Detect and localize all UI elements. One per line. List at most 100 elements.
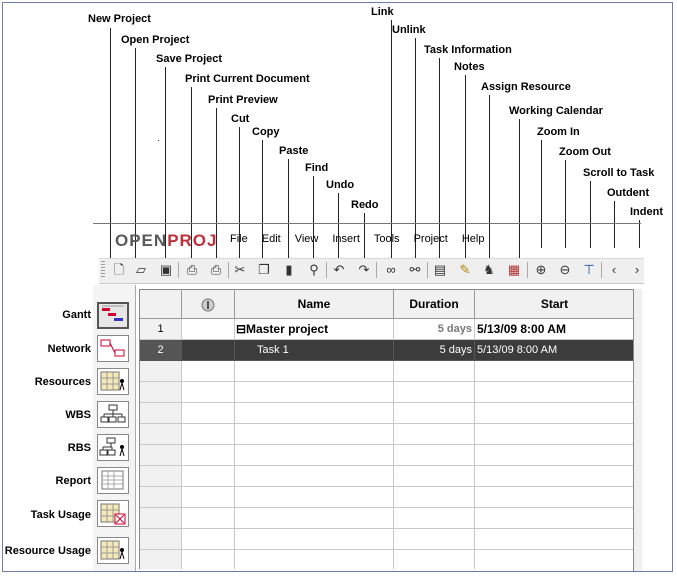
empty-cell[interactable] <box>394 424 475 445</box>
save-project-icon[interactable]: ▣ <box>157 262 175 278</box>
empty-cell[interactable] <box>475 529 634 550</box>
paste-icon[interactable]: ▮ <box>280 262 298 278</box>
empty-cell[interactable] <box>394 382 475 403</box>
empty-cell[interactable] <box>394 466 475 487</box>
row-number[interactable] <box>140 403 182 424</box>
start-cell[interactable]: 5/13/09 8:00 AM <box>475 319 634 340</box>
empty-cell[interactable] <box>394 445 475 466</box>
row-number[interactable] <box>140 424 182 445</box>
start-cell[interactable]: 5/13/09 8:00 AM <box>475 340 634 361</box>
empty-cell[interactable] <box>182 508 235 529</box>
row-number[interactable] <box>140 445 182 466</box>
notes-icon[interactable]: ✎ <box>456 262 474 278</box>
empty-cell[interactable] <box>235 382 394 403</box>
toolbar-grip[interactable] <box>101 261 105 279</box>
indent-icon[interactable]: › <box>628 262 646 278</box>
empty-cell[interactable] <box>182 382 235 403</box>
row-number[interactable] <box>140 529 182 550</box>
indicators-header[interactable] <box>182 290 235 319</box>
row-number[interactable] <box>140 466 182 487</box>
empty-cell[interactable] <box>475 382 634 403</box>
wbs-view-button[interactable] <box>97 401 129 428</box>
empty-cell[interactable] <box>475 550 634 569</box>
empty-cell[interactable] <box>235 529 394 550</box>
empty-cell[interactable] <box>182 361 235 382</box>
empty-cell[interactable] <box>475 445 634 466</box>
duration-cell[interactable]: 5 days <box>394 340 475 361</box>
menu-file[interactable]: File <box>230 233 248 245</box>
column-header-start[interactable]: Start <box>475 290 634 319</box>
print-preview-icon[interactable]: ⎙ <box>207 262 225 278</box>
empty-cell[interactable] <box>182 424 235 445</box>
row-number[interactable] <box>140 361 182 382</box>
resource-usage-view-button[interactable] <box>97 537 129 564</box>
duration-cell[interactable]: 5 days <box>394 319 475 340</box>
empty-cell[interactable] <box>394 403 475 424</box>
empty-cell[interactable] <box>475 487 634 508</box>
empty-cell[interactable] <box>394 361 475 382</box>
gantt-view-button[interactable] <box>97 302 129 329</box>
open-project-icon[interactable]: ▱ <box>132 262 150 278</box>
redo-icon[interactable]: ↷ <box>355 262 373 278</box>
print-icon[interactable]: ⎙ <box>183 262 201 278</box>
link-icon[interactable]: ∞ <box>382 262 400 278</box>
empty-cell[interactable] <box>235 550 394 569</box>
empty-cell[interactable] <box>235 508 394 529</box>
empty-cell[interactable] <box>235 424 394 445</box>
empty-cell[interactable] <box>182 403 235 424</box>
menu-view[interactable]: View <box>295 233 319 245</box>
empty-cell[interactable] <box>475 508 634 529</box>
empty-cell[interactable] <box>235 403 394 424</box>
empty-cell[interactable] <box>394 550 475 569</box>
task-usage-view-button[interactable] <box>97 500 129 527</box>
menu-help[interactable]: Help <box>462 233 485 245</box>
outdent-icon[interactable]: ‹ <box>605 262 623 278</box>
find-icon[interactable]: ⚲ <box>305 262 323 278</box>
network-view-button[interactable] <box>97 335 129 362</box>
cut-icon[interactable]: ✂ <box>231 262 249 278</box>
row-number[interactable] <box>140 508 182 529</box>
empty-cell[interactable] <box>475 361 634 382</box>
row-number[interactable] <box>140 487 182 508</box>
column-header-name[interactable]: Name <box>235 290 394 319</box>
empty-cell[interactable] <box>475 466 634 487</box>
menu-edit[interactable]: Edit <box>262 233 281 245</box>
empty-cell[interactable] <box>182 466 235 487</box>
empty-cell[interactable] <box>235 361 394 382</box>
row-number[interactable] <box>140 550 182 569</box>
menu-tools[interactable]: Tools <box>374 233 400 245</box>
new-project-icon[interactable]: 🗋 <box>110 262 128 278</box>
empty-cell[interactable] <box>235 445 394 466</box>
report-view-button[interactable] <box>97 467 129 494</box>
empty-cell[interactable] <box>475 403 634 424</box>
empty-cell[interactable] <box>182 487 235 508</box>
row-number[interactable] <box>140 382 182 403</box>
indicator-cell[interactable] <box>182 340 235 361</box>
indicator-cell[interactable] <box>182 319 235 340</box>
row-number[interactable]: 2 <box>140 340 182 361</box>
task-name-cell[interactable]: ⊟Master project <box>235 319 394 340</box>
empty-cell[interactable] <box>182 529 235 550</box>
row-number[interactable]: 1 <box>140 319 182 340</box>
working-calendar-icon[interactable]: ▦ <box>505 262 523 278</box>
menu-project[interactable]: Project <box>414 233 448 245</box>
scroll-to-task-icon[interactable]: ⊤ <box>580 262 598 278</box>
assign-resource-icon[interactable]: ♞ <box>480 262 498 278</box>
empty-cell[interactable] <box>394 529 475 550</box>
empty-cell[interactable] <box>182 445 235 466</box>
task-information-icon[interactable]: ▤ <box>431 262 449 278</box>
zoom-out-icon[interactable]: ⊖ <box>556 262 574 278</box>
task-name-cell[interactable]: Task 1 <box>235 340 394 361</box>
empty-cell[interactable] <box>182 550 235 569</box>
empty-cell[interactable] <box>475 424 634 445</box>
undo-icon[interactable]: ↶ <box>330 262 348 278</box>
empty-cell[interactable] <box>235 487 394 508</box>
empty-cell[interactable] <box>394 487 475 508</box>
rbs-view-button[interactable] <box>97 434 129 461</box>
column-header-duration[interactable]: Duration <box>394 290 475 319</box>
empty-cell[interactable] <box>235 466 394 487</box>
menu-insert[interactable]: Insert <box>332 233 360 245</box>
resources-view-button[interactable] <box>97 368 129 395</box>
copy-icon[interactable]: ❐ <box>255 262 273 278</box>
unlink-icon[interactable]: ⚯ <box>406 262 424 278</box>
